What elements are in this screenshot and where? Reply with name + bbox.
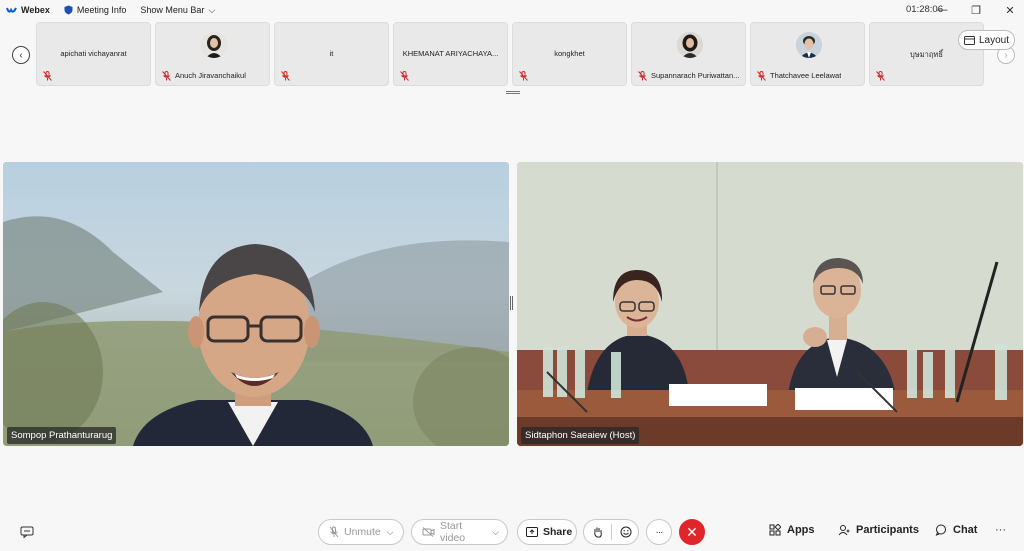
reactions-group xyxy=(583,519,639,545)
participant-tile[interactable]: Thatchavee Leelawat xyxy=(750,22,865,86)
chevron-down-icon[interactable]: ⌵ xyxy=(492,527,499,538)
mic-muted-icon xyxy=(876,71,885,81)
participant-video xyxy=(517,162,1023,446)
leave-meeting-button[interactable]: ✕ xyxy=(679,519,705,545)
apps-label: Apps xyxy=(787,524,815,536)
reactions-separator xyxy=(611,524,612,540)
video-tile-left[interactable]: Sompop Prathanturarug xyxy=(3,162,509,446)
app-menu[interactable]: Webex xyxy=(6,5,50,15)
mic-muted-icon xyxy=(757,71,766,81)
participants-icon xyxy=(838,525,850,536)
participant-video xyxy=(3,162,509,446)
participant-name: it xyxy=(329,49,334,58)
minimize-icon[interactable]: — xyxy=(936,4,948,16)
share-label: Share xyxy=(543,526,573,538)
mic-muted-icon xyxy=(281,71,290,81)
unmute-button[interactable]: Unmute ⌵ xyxy=(318,519,404,545)
layout-icon xyxy=(963,35,975,45)
captions-icon xyxy=(20,526,34,538)
participant-name: Thatchavee Leelawat xyxy=(770,71,842,80)
meeting-info-button[interactable]: Meeting Info xyxy=(64,5,127,15)
more-options-button[interactable]: ··· xyxy=(646,519,672,545)
layout-label: Layout xyxy=(978,34,1010,46)
meeting-info-label: Meeting Info xyxy=(76,5,127,15)
participant-avatar xyxy=(201,32,227,58)
close-icon: ✕ xyxy=(686,523,698,540)
apps-button[interactable]: Apps xyxy=(769,524,815,536)
app-name: Webex xyxy=(21,5,50,15)
chat-label: Chat xyxy=(953,524,978,536)
info-shield-icon xyxy=(64,5,73,15)
participant-name: kongkhet xyxy=(554,49,585,58)
participant-tile[interactable]: it xyxy=(274,22,389,86)
share-icon xyxy=(526,527,538,537)
share-button[interactable]: Share xyxy=(517,519,577,545)
participant-name: บุษมาฤทธิ์ xyxy=(910,50,943,59)
chat-icon xyxy=(935,524,946,536)
show-menu-bar-label: Show Menu Bar xyxy=(140,5,205,15)
participant-tile[interactable]: kongkhet xyxy=(512,22,627,86)
unmute-label: Unmute xyxy=(344,526,381,538)
filmstrip-resize-handle[interactable] xyxy=(506,91,520,94)
participants-button[interactable]: Participants xyxy=(838,524,919,536)
restore-icon[interactable]: ❐ xyxy=(970,4,982,17)
mic-muted-icon xyxy=(400,71,409,81)
participant-name: Anuch Jiravanchaikul xyxy=(175,71,246,80)
video-name-label: Sompop Prathanturarug xyxy=(7,427,117,444)
video-divider-handle[interactable] xyxy=(510,296,513,310)
mic-muted-icon xyxy=(162,71,171,81)
more-icon: ··· xyxy=(995,524,1006,536)
mic-muted-icon xyxy=(329,526,339,538)
mic-muted-icon xyxy=(638,71,647,81)
chat-button[interactable]: Chat xyxy=(935,524,977,536)
participant-name: Supannarach Puriwattan... xyxy=(651,71,740,80)
show-menu-bar-button[interactable]: Show Menu Bar ⌵ xyxy=(140,5,215,16)
close-icon[interactable]: ✕ xyxy=(1004,4,1016,17)
mic-muted-icon xyxy=(43,71,52,81)
start-video-label: Start video xyxy=(440,520,466,544)
emoji-reaction-icon[interactable] xyxy=(620,526,632,538)
participant-name: KHEMANAT ARIYACHAYA... xyxy=(402,49,499,58)
apps-icon xyxy=(769,524,781,536)
layout-button[interactable]: Layout xyxy=(958,30,1015,50)
chevron-down-icon[interactable]: ⌵ xyxy=(387,527,394,538)
participant-tile[interactable]: KHEMANAT ARIYACHAYA... xyxy=(393,22,508,86)
overflow-menu-button[interactable]: ··· xyxy=(995,524,1006,536)
participant-name: apichati vichayanrat xyxy=(60,49,127,58)
chevron-left-icon: ‹ xyxy=(19,49,23,61)
captions-button[interactable] xyxy=(14,519,40,545)
participants-label: Participants xyxy=(856,524,919,536)
start-video-button[interactable]: Start video ⌵ xyxy=(411,519,508,545)
participant-avatar xyxy=(796,32,822,58)
participant-filmstrip: apichati vichayanrat Anuch Jiravanchaiku… xyxy=(36,22,984,88)
chevron-right-icon: › xyxy=(1004,49,1008,61)
mic-muted-icon xyxy=(519,71,528,81)
participant-avatar xyxy=(677,32,703,58)
participant-tile[interactable]: Anuch Jiravanchaikul xyxy=(155,22,270,86)
more-icon: ··· xyxy=(655,526,664,538)
filmstrip-prev-button[interactable]: ‹ xyxy=(12,46,30,64)
participant-tile[interactable]: Supannarach Puriwattan... xyxy=(631,22,746,86)
raise-hand-icon[interactable] xyxy=(593,526,603,538)
webex-logo-icon xyxy=(6,7,17,13)
participant-tile[interactable]: apichati vichayanrat xyxy=(36,22,151,86)
title-bar: Webex Meeting Info Show Menu Bar ⌵ 01:28… xyxy=(0,0,1024,20)
video-off-icon xyxy=(422,527,435,537)
video-name-label: Sidtaphon Saeaiew (Host) xyxy=(521,427,640,444)
video-tile-right[interactable]: Sidtaphon Saeaiew (Host) xyxy=(517,162,1023,446)
chevron-down-icon: ⌵ xyxy=(208,4,216,15)
